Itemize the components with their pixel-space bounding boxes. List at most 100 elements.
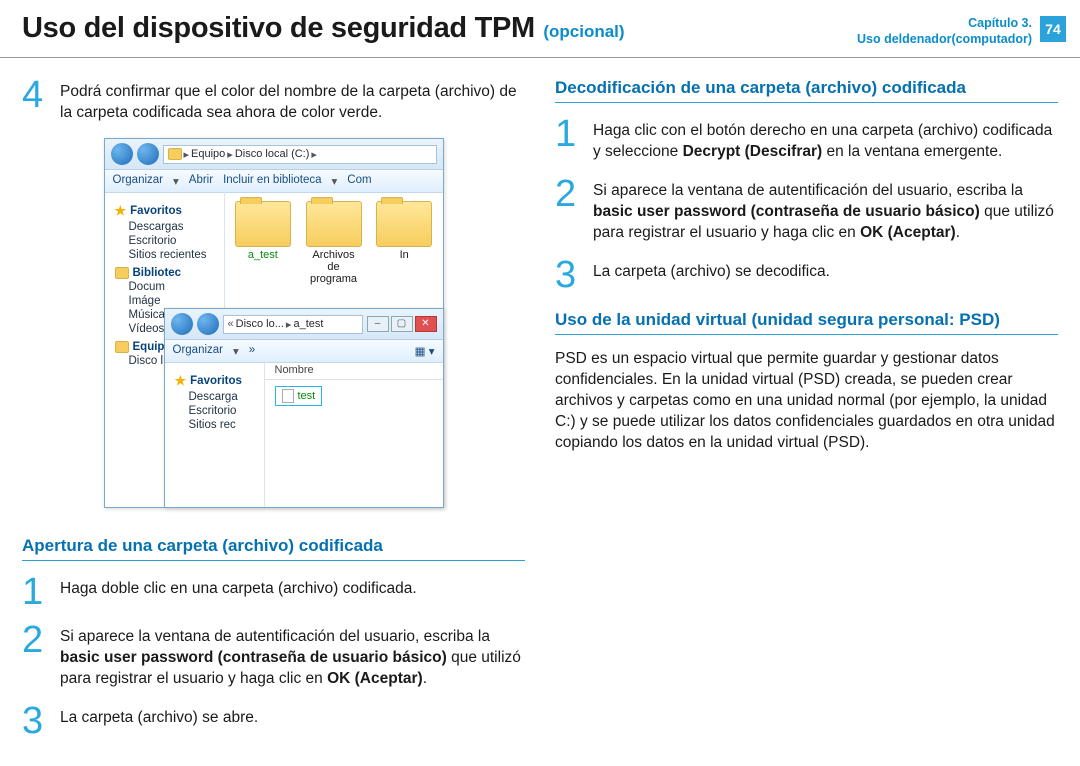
minimize-icon[interactable]: – (367, 316, 389, 332)
chevron-icon: ▸ (184, 148, 190, 161)
tb-include[interactable]: Incluir en biblioteca (223, 174, 321, 188)
view-icon[interactable]: ▦ ▾ (415, 344, 435, 358)
file-test-highlighted[interactable]: test (275, 386, 323, 406)
step-number: 3 (22, 704, 50, 738)
chevron-icon: ▸ (311, 148, 317, 161)
tb-open[interactable]: Abrir (189, 174, 213, 188)
step-text: Haga doble clic en una carpeta (archivo)… (60, 575, 417, 609)
step-4: 4 Podrá confirmar que el color del nombr… (22, 78, 525, 124)
computer-icon (115, 341, 129, 353)
step-number: 2 (22, 623, 50, 690)
back-icon[interactable] (111, 143, 133, 165)
window-controls: – ▢ ✕ (367, 316, 437, 332)
page-title-wrap: Uso del dispositivo de seguridad TPM (op… (22, 12, 625, 45)
tb-organize[interactable]: Organizar (173, 344, 224, 358)
step-text: Si aparece la ventana de autentificación… (593, 177, 1058, 244)
folder-name: Archivos de programa (305, 249, 362, 285)
open-step-2: 2 Si aparece la ventana de autentificaci… (22, 623, 525, 690)
star-icon: ★ (175, 373, 187, 389)
step-text: Podrá confirmar que el color del nombre … (60, 78, 525, 124)
step-number: 1 (555, 117, 583, 163)
breadcrumb[interactable]: ▸ Equipo ▸ Disco local (C:) ▸ (163, 145, 437, 164)
star-icon: ★ (115, 203, 127, 219)
folder-icon (376, 201, 432, 247)
chapter-label: Capítulo 3. Uso deldenador(computador) (857, 16, 1032, 47)
dec-step-3: 3 La carpeta (archivo) se decodifica. (555, 258, 1058, 292)
step-number: 1 (22, 575, 50, 609)
sidebar-item[interactable]: Descarga (189, 391, 260, 403)
close-icon[interactable]: ✕ (415, 316, 437, 332)
folder-name-encrypted: a_test (235, 249, 292, 261)
section-psd-heading: Uso de la unidad virtual (unidad segura … (555, 310, 1058, 335)
window-nav: « Disco lo... ▸ a_test – ▢ ✕ (165, 309, 443, 340)
step-text: La carpeta (archivo) se decodifica. (593, 258, 830, 292)
page-header: Uso del dispositivo de seguridad TPM (op… (0, 0, 1080, 58)
column-header[interactable]: Nombre (265, 361, 443, 380)
sidebar-item[interactable]: Escritorio (189, 405, 260, 417)
left-column: 4 Podrá confirmar que el color del nombr… (22, 78, 525, 752)
folder-icon (306, 201, 362, 247)
sidebar-item[interactable]: Docum (129, 281, 220, 293)
explorer-screenshot: ▸ Equipo ▸ Disco local (C:) ▸ Organizar▾… (104, 138, 444, 518)
tb-organize[interactable]: Organizar (113, 174, 164, 188)
crumb-disco[interactable]: Disco lo... (236, 318, 284, 330)
sidebar-favorites[interactable]: ★Favoritos (175, 373, 260, 389)
crumb-atest[interactable]: a_test (293, 318, 323, 330)
chevron-left-icon: « (228, 318, 234, 330)
forward-icon[interactable] (137, 143, 159, 165)
open-step-3: 3 La carpeta (archivo) se abre. (22, 704, 525, 738)
chevron-icon: ▸ (286, 318, 292, 331)
file-name-encrypted: test (298, 390, 316, 402)
sidebar-item[interactable]: Imáge (129, 295, 220, 307)
file-icon (282, 389, 294, 403)
sidebar-libraries[interactable]: Bibliotec (115, 267, 220, 279)
sidebar-item[interactable]: Sitios rec (189, 419, 260, 431)
step-text: La carpeta (archivo) se abre. (60, 704, 258, 738)
sidebar: ★Favoritos Descarga Escritorio Sitios re… (165, 361, 265, 507)
crumb-disco[interactable]: Disco local (C:) (235, 148, 310, 160)
page-subtitle: (opcional) (543, 22, 624, 41)
computer-icon (168, 148, 182, 160)
dec-step-2: 2 Si aparece la ventana de autentificaci… (555, 177, 1058, 244)
sidebar-favorites[interactable]: ★Favoritos (115, 203, 220, 219)
folder-atest[interactable]: a_test (235, 201, 292, 261)
right-column: Decodificación de una carpeta (archivo) … (555, 78, 1058, 752)
dec-step-1: 1 Haga clic con el botón derecho en una … (555, 117, 1058, 163)
explorer-window-2: « Disco lo... ▸ a_test – ▢ ✕ Organizar▾ … (164, 308, 444, 508)
folder-icon (235, 201, 291, 247)
sidebar-item[interactable]: Descargas (129, 221, 220, 233)
maximize-icon[interactable]: ▢ (391, 316, 413, 332)
step-text: Haga clic con el botón derecho en una ca… (593, 117, 1058, 163)
chapter-line1: Capítulo 3. (857, 16, 1032, 32)
file-pane: Nombre test (265, 361, 443, 507)
sidebar-item[interactable]: Sitios recientes (129, 249, 220, 261)
step-text: Si aparece la ventana de autentificación… (60, 623, 525, 690)
folder-in[interactable]: In (376, 201, 433, 261)
step-number: 4 (22, 78, 50, 124)
forward-icon[interactable] (197, 313, 219, 335)
section-decode-heading: Decodificación de una carpeta (archivo) … (555, 78, 1058, 103)
folder-archivos[interactable]: Archivos de programa (305, 201, 362, 285)
step-number: 3 (555, 258, 583, 292)
page-title: Uso del dispositivo de seguridad TPM (22, 12, 535, 44)
section-open-heading: Apertura de una carpeta (archivo) codifi… (22, 536, 525, 561)
open-step-1: 1 Haga doble clic en una carpeta (archiv… (22, 575, 525, 609)
content-columns: 4 Podrá confirmar que el color del nombr… (0, 58, 1080, 752)
crumb-equipo[interactable]: Equipo (191, 148, 225, 160)
breadcrumb[interactable]: « Disco lo... ▸ a_test (223, 315, 363, 334)
chapter-line2: Uso deldenador(computador) (857, 32, 1032, 48)
toolbar: Organizar▾ » ▦ ▾ (165, 340, 443, 363)
library-icon (115, 267, 129, 279)
header-right: Capítulo 3. Uso deldenador(computador) 7… (857, 12, 1080, 47)
psd-body: PSD es un espacio virtual que permite gu… (555, 349, 1058, 454)
window-nav: ▸ Equipo ▸ Disco local (C:) ▸ (105, 139, 443, 170)
page-number-badge: 74 (1040, 16, 1066, 42)
chevron-icon: ▸ (227, 148, 233, 161)
toolbar: Organizar▾ Abrir Incluir en biblioteca▾ … (105, 170, 443, 193)
tb-more-icon[interactable]: » (249, 344, 255, 358)
folder-name: In (376, 249, 433, 261)
back-icon[interactable] (171, 313, 193, 335)
tb-com[interactable]: Com (347, 174, 371, 188)
step-number: 2 (555, 177, 583, 244)
sidebar-item[interactable]: Escritorio (129, 235, 220, 247)
